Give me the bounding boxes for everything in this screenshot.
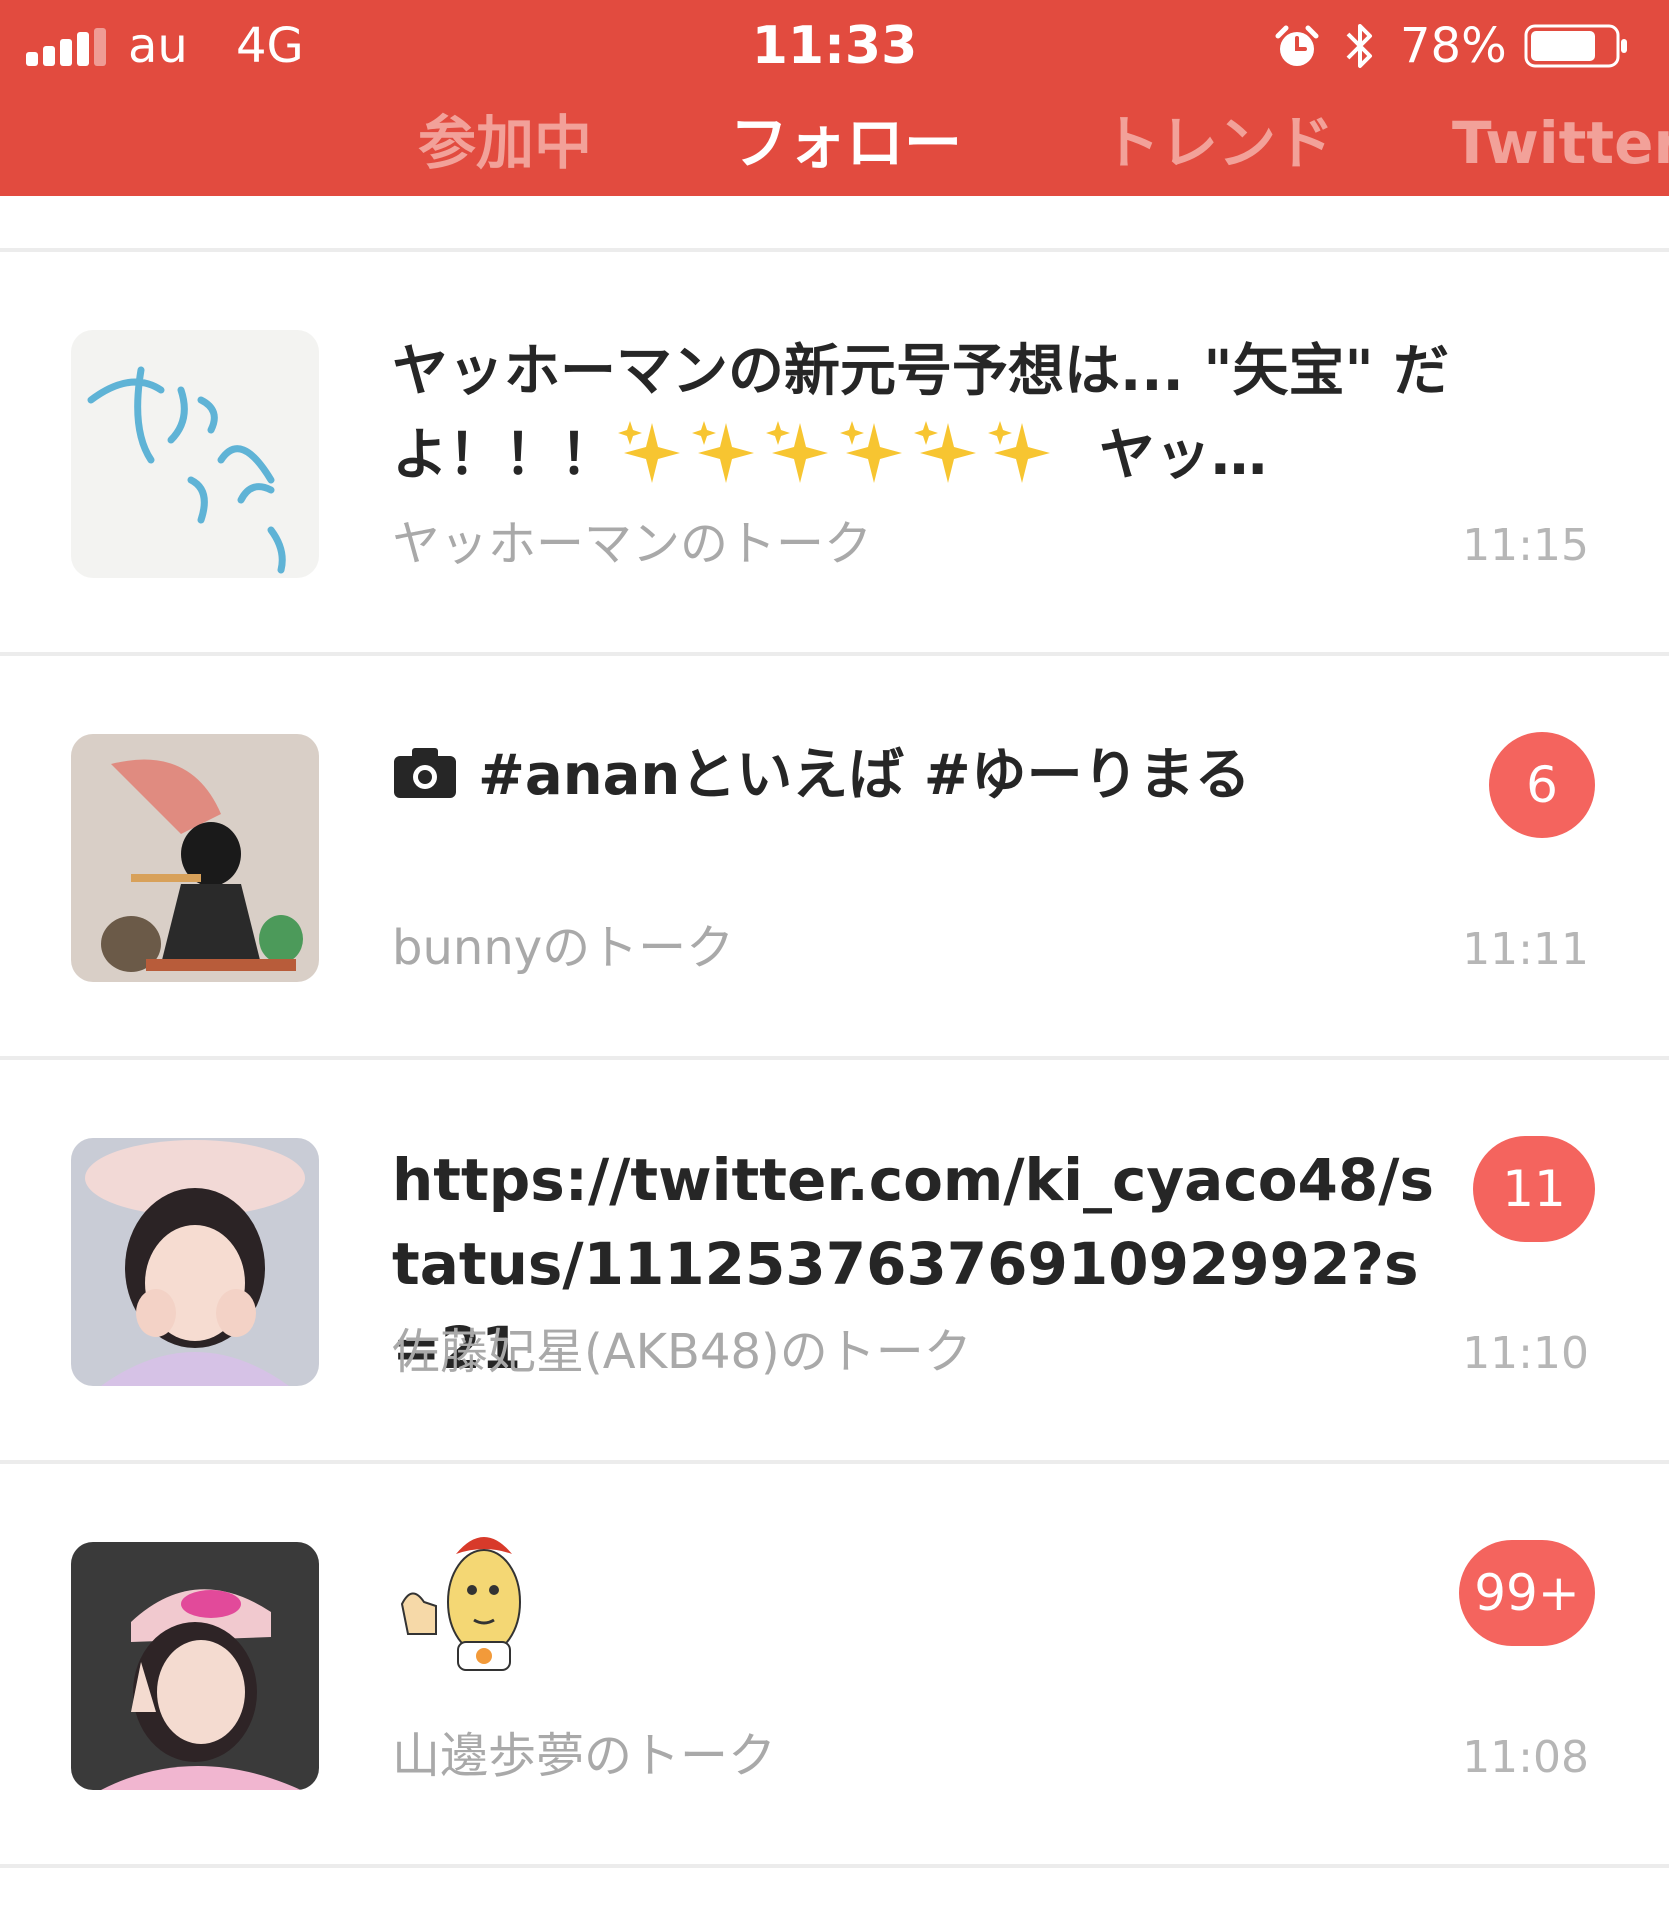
message-text: #ananといえば #ゆーりまる <box>392 734 1452 824</box>
row-divider <box>0 1864 1669 1868</box>
unread-badge: 11 <box>1473 1136 1595 1242</box>
tab-participating[interactable]: 参加中 <box>418 100 592 186</box>
camera-icon <box>392 740 458 824</box>
talk-room-name: 山邊歩夢のトーク <box>392 1728 777 1784</box>
timestamp: 11:08 <box>1462 1732 1589 1783</box>
talk-row[interactable]: ヤッホーマンの新元号予想は... "矢宝" だよ！！！ ヤッ… ヤッホーマンのト… <box>0 252 1669 656</box>
timestamp: 11:15 <box>1462 520 1589 571</box>
talk-room-name: bunnyのトーク <box>392 920 735 976</box>
header-bar: au 4G 11:33 78% 参加中 フォロー トレンド Twitter <box>0 0 1669 196</box>
unread-badge: 99+ <box>1459 1540 1595 1646</box>
alarm-icon <box>1275 25 1319 66</box>
avatar <box>71 1138 319 1386</box>
unread-badge: 6 <box>1489 732 1595 838</box>
battery-percent: 78% <box>1400 18 1507 74</box>
avatar <box>71 1542 319 1790</box>
tab-bar: 参加中 フォロー トレンド Twitter <box>0 100 1669 186</box>
timestamp: 11:10 <box>1462 1328 1589 1379</box>
avatar <box>71 330 319 578</box>
talk-row[interactable]: https://twitter.com/ki_cyaco48/status/11… <box>0 1060 1669 1464</box>
tab-twitter[interactable]: Twitter <box>1452 100 1669 186</box>
talk-row[interactable]: 山邊歩夢のトーク 11:08 99+ <box>0 1464 1669 1868</box>
sparkles-emoji <box>616 417 1060 501</box>
thumbs-up-sticker <box>392 1524 542 1674</box>
bluetooth-icon <box>1346 24 1372 68</box>
message-text: ヤッホーマンの新元号予想は... "矢宝" だよ！！！ ヤッ… <box>392 330 1452 501</box>
talk-room-name: 佐藤妃星(AKB48)のトーク <box>392 1324 972 1380</box>
tab-follow[interactable]: フォロー <box>730 100 962 186</box>
status-bar: au 4G 11:33 78% <box>0 0 1669 95</box>
talk-row[interactable]: #ananといえば #ゆーりまる bunnyのトーク 11:11 6 <box>0 656 1669 1060</box>
timestamp: 11:11 <box>1462 924 1589 975</box>
avatar <box>71 734 319 982</box>
talk-room-name: ヤッホーマンのトーク <box>392 516 873 572</box>
tab-trend[interactable]: トレンド <box>1102 100 1334 186</box>
battery-icon <box>1524 24 1627 68</box>
